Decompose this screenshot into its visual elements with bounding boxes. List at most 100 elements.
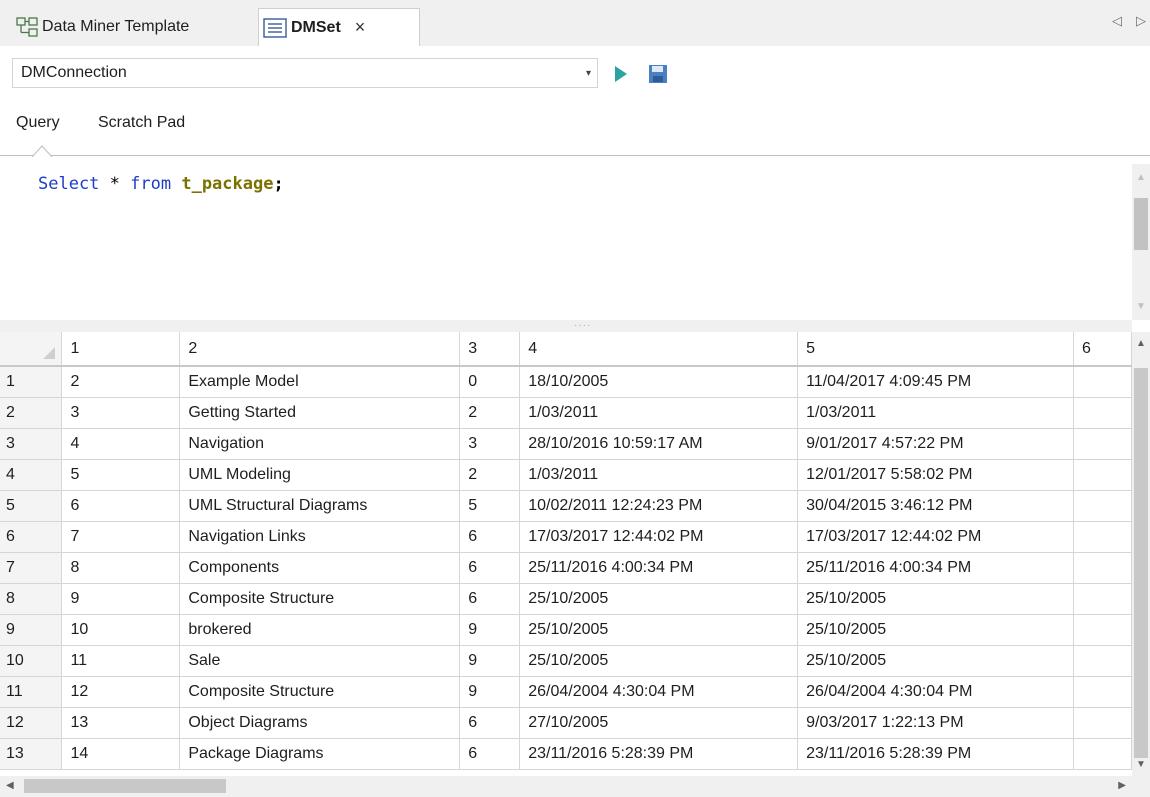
- column-header[interactable]: 2: [179, 332, 461, 367]
- table-cell[interactable]: Sale: [179, 645, 461, 677]
- table-cell[interactable]: 26/04/2004 4:30:04 PM: [519, 676, 799, 708]
- table-cell[interactable]: 7: [61, 521, 181, 553]
- table-cell[interactable]: [1073, 645, 1132, 677]
- column-header[interactable]: 1: [61, 332, 181, 367]
- column-header[interactable]: 4: [519, 332, 799, 367]
- scroll-down-icon[interactable]: ▼: [1136, 759, 1146, 770]
- table-cell[interactable]: 30/04/2015 3:46:12 PM: [797, 490, 1074, 522]
- table-cell[interactable]: 25/10/2005: [797, 583, 1074, 615]
- table-cell[interactable]: 9: [459, 645, 521, 677]
- row-number[interactable]: 6: [0, 521, 63, 553]
- table-cell[interactable]: Components: [179, 552, 461, 584]
- column-header[interactable]: 5: [797, 332, 1074, 367]
- table-cell[interactable]: 12: [61, 676, 181, 708]
- table-cell[interactable]: 9: [61, 583, 181, 615]
- table-cell[interactable]: 25/10/2005: [797, 645, 1074, 677]
- run-query-button[interactable]: [612, 64, 630, 84]
- table-row[interactable]: 10 11 Sale 9 25/10/2005 25/10/2005: [0, 645, 1132, 677]
- scroll-up-icon[interactable]: ▲: [1136, 338, 1146, 349]
- table-cell[interactable]: UML Structural Diagrams: [179, 490, 461, 522]
- table-cell[interactable]: 9: [459, 676, 521, 708]
- table-cell[interactable]: 25/10/2005: [519, 583, 799, 615]
- grid-vertical-scrollbar[interactable]: ▲ ▼: [1132, 332, 1150, 776]
- table-cell[interactable]: [1073, 738, 1132, 770]
- sql-editor[interactable]: Select * from t_package;: [36, 164, 1132, 320]
- table-cell[interactable]: Navigation: [179, 428, 461, 460]
- table-cell[interactable]: 27/10/2005: [519, 707, 799, 739]
- tab-scratch-pad[interactable]: Scratch Pad: [98, 114, 185, 132]
- table-cell[interactable]: 13: [61, 707, 181, 739]
- scrollbar-thumb[interactable]: [1134, 198, 1148, 250]
- table-cell[interactable]: 2: [459, 459, 521, 491]
- row-number[interactable]: 11: [0, 676, 63, 708]
- table-cell[interactable]: 3: [61, 397, 181, 429]
- table-cell[interactable]: 25/10/2005: [519, 645, 799, 677]
- table-cell[interactable]: 1/03/2011: [797, 397, 1074, 429]
- table-cell[interactable]: 6: [459, 552, 521, 584]
- table-cell[interactable]: 23/11/2016 5:28:39 PM: [519, 738, 799, 770]
- table-cell[interactable]: 6: [459, 738, 521, 770]
- scroll-left-icon[interactable]: ◁: [1112, 13, 1122, 29]
- table-row[interactable]: 12 13 Object Diagrams 6 27/10/2005 9/03/2017 …: [0, 707, 1132, 739]
- table-cell[interactable]: 8: [61, 552, 181, 584]
- table-row[interactable]: 3 4 Navigation 3 28/10/2016 10:59:17 AM 9/01/…: [0, 428, 1132, 460]
- scroll-left-icon[interactable]: ◀: [6, 780, 14, 791]
- table-cell[interactable]: [1073, 397, 1132, 429]
- table-cell[interactable]: [1073, 552, 1132, 584]
- table-cell[interactable]: Package Diagrams: [179, 738, 461, 770]
- grid-horizontal-scrollbar[interactable]: ◀ ▶: [0, 776, 1132, 797]
- table-cell[interactable]: Example Model: [179, 366, 461, 398]
- table-row[interactable]: 7 8 Components 6 25/11/2016 4:00:34 PM 25/11/…: [0, 552, 1132, 584]
- connection-select[interactable]: DMConnection ▾: [12, 58, 598, 88]
- table-row[interactable]: 11 12 Composite Structure 9 26/04/2004 4:30:…: [0, 676, 1132, 708]
- table-cell[interactable]: 3: [459, 428, 521, 460]
- table-cell[interactable]: 5: [459, 490, 521, 522]
- scrollbar-thumb[interactable]: [24, 779, 226, 793]
- table-cell[interactable]: Navigation Links: [179, 521, 461, 553]
- pane-splitter[interactable]: ····: [0, 320, 1132, 332]
- scroll-right-icon[interactable]: ▶: [1118, 780, 1126, 791]
- table-cell[interactable]: 1/03/2011: [519, 397, 799, 429]
- table-cell[interactable]: Composite Structure: [179, 583, 461, 615]
- tab-data-miner-template[interactable]: Data Miner Template: [12, 8, 256, 46]
- row-number[interactable]: 8: [0, 583, 63, 615]
- scroll-up-icon[interactable]: ▲: [1136, 172, 1146, 183]
- select-all-corner[interactable]: [0, 332, 63, 367]
- table-cell[interactable]: 12/01/2017 5:58:02 PM: [797, 459, 1074, 491]
- table-cell[interactable]: Object Diagrams: [179, 707, 461, 739]
- close-icon[interactable]: ×: [355, 17, 366, 38]
- table-cell[interactable]: [1073, 521, 1132, 553]
- table-cell[interactable]: 1/03/2011: [519, 459, 799, 491]
- table-cell[interactable]: 6: [459, 521, 521, 553]
- table-cell[interactable]: 23/11/2016 5:28:39 PM: [797, 738, 1074, 770]
- table-cell[interactable]: [1073, 583, 1132, 615]
- table-cell[interactable]: 28/10/2016 10:59:17 AM: [519, 428, 799, 460]
- table-cell[interactable]: [1073, 676, 1132, 708]
- column-header[interactable]: 3: [459, 332, 521, 367]
- row-number[interactable]: 13: [0, 738, 63, 770]
- table-cell[interactable]: [1073, 459, 1132, 491]
- table-cell[interactable]: 6: [459, 707, 521, 739]
- table-cell[interactable]: [1073, 490, 1132, 522]
- scroll-right-icon[interactable]: ▷: [1136, 13, 1146, 29]
- table-cell[interactable]: 9: [459, 614, 521, 646]
- row-number[interactable]: 2: [0, 397, 63, 429]
- scrollbar-thumb[interactable]: [1134, 368, 1148, 758]
- tab-query[interactable]: Query: [16, 114, 60, 132]
- table-cell[interactable]: Composite Structure: [179, 676, 461, 708]
- table-cell[interactable]: 6: [61, 490, 181, 522]
- table-row[interactable]: 6 7 Navigation Links 6 17/03/2017 12:44:02 P…: [0, 521, 1132, 553]
- table-cell[interactable]: 0: [459, 366, 521, 398]
- table-cell[interactable]: [1073, 428, 1132, 460]
- table-cell[interactable]: Getting Started: [179, 397, 461, 429]
- save-button[interactable]: [648, 64, 668, 84]
- table-cell[interactable]: 6: [459, 583, 521, 615]
- table-cell[interactable]: 14: [61, 738, 181, 770]
- row-number[interactable]: 3: [0, 428, 63, 460]
- table-row[interactable]: 5 6 UML Structural Diagrams 5 10/02/2011 12:…: [0, 490, 1132, 522]
- row-number[interactable]: 10: [0, 645, 63, 677]
- table-cell[interactable]: [1073, 366, 1132, 398]
- table-cell[interactable]: 11: [61, 645, 181, 677]
- row-number[interactable]: 1: [0, 366, 63, 398]
- table-row[interactable]: 4 5 UML Modeling 2 1/03/2011 12/01/2017 5:58:…: [0, 459, 1132, 491]
